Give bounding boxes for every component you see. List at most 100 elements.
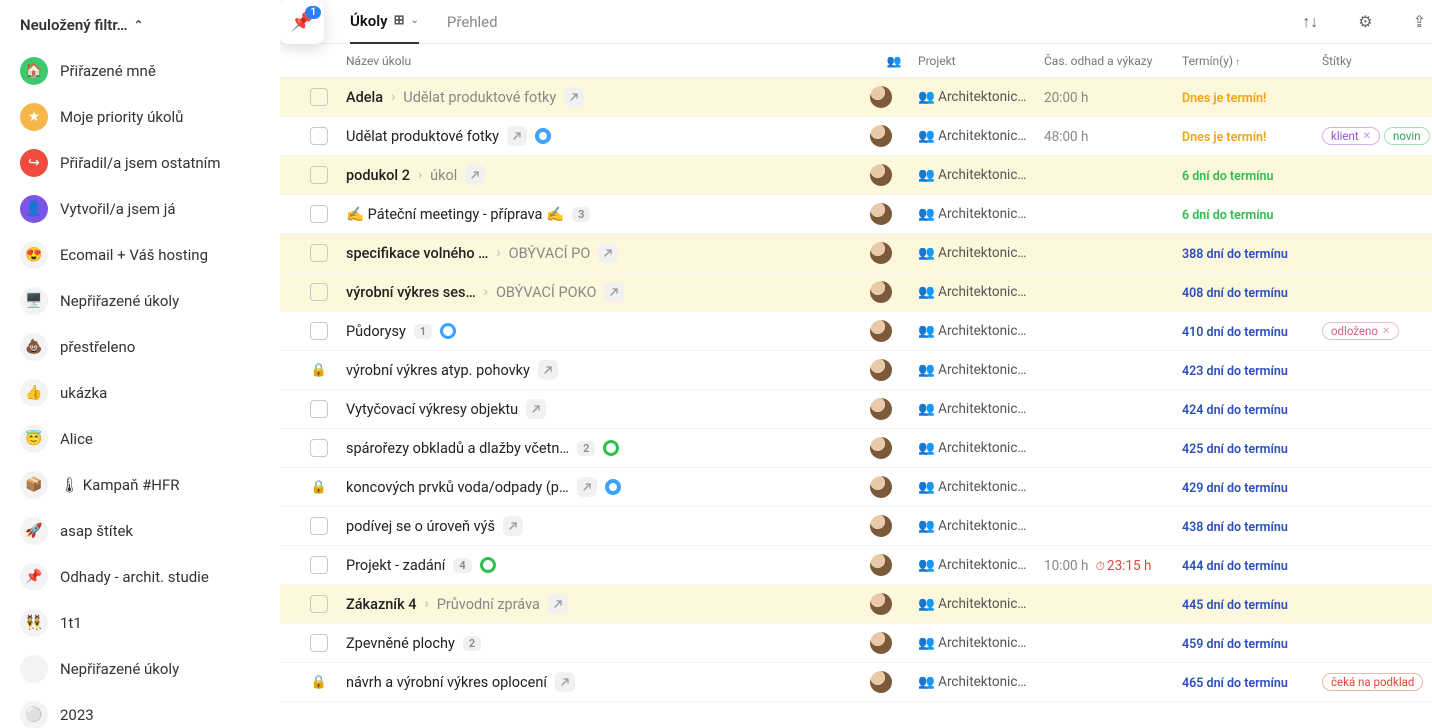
project-cell[interactable]: 👥 Architektonic… bbox=[918, 206, 1044, 222]
open-icon[interactable] bbox=[577, 477, 597, 497]
tab-overview[interactable]: Přehled bbox=[447, 0, 498, 44]
assignee-avatar[interactable] bbox=[870, 242, 892, 264]
project-cell[interactable]: 👥 Architektonic… bbox=[918, 635, 1044, 651]
sidebar-item-13[interactable]: ◌Nepřiřazené úkoly bbox=[12, 646, 272, 692]
table-row[interactable]: Půdorysy1👥 Architektonic…410 dní do term… bbox=[280, 312, 1432, 351]
sidebar-item-11[interactable]: 📌Odhady - archit. studie bbox=[12, 554, 272, 600]
sidebar-item-8[interactable]: 😇Alice bbox=[12, 416, 272, 462]
row-checkbox[interactable] bbox=[310, 166, 328, 184]
table-row[interactable]: podívej se o úroveň výš👥 Architektonic…4… bbox=[280, 507, 1432, 546]
row-checkbox[interactable] bbox=[310, 634, 328, 652]
table-row[interactable]: 🔒návrh a výrobní výkres oplocení👥 Archit… bbox=[280, 663, 1432, 702]
project-cell[interactable]: 👥 Architektonic… bbox=[918, 596, 1044, 612]
assignee-avatar[interactable] bbox=[870, 125, 892, 147]
sidebar-item-14[interactable]: ⚪2023 bbox=[12, 692, 272, 728]
open-icon[interactable] bbox=[604, 282, 624, 302]
project-cell[interactable]: 👥 Architektonic… bbox=[918, 323, 1044, 339]
open-icon[interactable] bbox=[507, 126, 527, 146]
gear-icon[interactable]: ⚙ bbox=[1352, 12, 1378, 31]
open-icon[interactable] bbox=[564, 87, 584, 107]
table-row[interactable]: Zákazník 4›Průvodní zpráva👥 Architektoni… bbox=[280, 585, 1432, 624]
project-cell[interactable]: 👥 Architektonic… bbox=[918, 284, 1044, 300]
row-checkbox[interactable] bbox=[310, 517, 328, 535]
row-checkbox[interactable] bbox=[310, 88, 328, 106]
project-cell[interactable]: 👥 Architektonic… bbox=[918, 479, 1044, 495]
col-name[interactable]: Název úkolu bbox=[346, 54, 870, 68]
tag-remove-icon[interactable]: ✕ bbox=[1363, 131, 1371, 142]
table-row[interactable]: ✍️ Páteční meetingy - příprava ✍️3👥 Arch… bbox=[280, 195, 1432, 234]
assignee-avatar[interactable] bbox=[870, 359, 892, 381]
table-row[interactable]: Zpevněné plochy2👥 Architektonic…459 dní … bbox=[280, 624, 1432, 663]
row-checkbox[interactable] bbox=[310, 439, 328, 457]
sidebar-item-0[interactable]: 🏠Přiřazené mně bbox=[12, 48, 272, 94]
tag[interactable]: klient✕ bbox=[1322, 127, 1380, 145]
sidebar-item-4[interactable]: 😍Ecomail + Váš hosting bbox=[12, 232, 272, 278]
sidebar-item-12[interactable]: 👯1t1 bbox=[12, 600, 272, 646]
open-icon[interactable] bbox=[548, 594, 568, 614]
sidebar-item-2[interactable]: ↪Přiřadil/a jsem ostatním bbox=[12, 140, 272, 186]
project-cell[interactable]: 👥 Architektonic… bbox=[918, 440, 1044, 456]
sidebar-item-7[interactable]: 👍ukázka bbox=[12, 370, 272, 416]
assignee-avatar[interactable] bbox=[870, 671, 892, 693]
tag-remove-icon[interactable]: ✕ bbox=[1382, 326, 1390, 337]
sidebar-item-6[interactable]: 💩přestřeleno bbox=[12, 324, 272, 370]
sort-icon[interactable]: ↑↓ bbox=[1296, 12, 1324, 32]
tag[interactable]: novin bbox=[1384, 127, 1430, 145]
assignee-avatar[interactable] bbox=[870, 515, 892, 537]
sidebar-item-3[interactable]: 👤Vytvořil/a jsem já bbox=[12, 186, 272, 232]
open-icon[interactable] bbox=[526, 399, 546, 419]
sidebar-item-5[interactable]: 🖥️Nepřiřazené úkoly bbox=[12, 278, 272, 324]
assignee-avatar[interactable] bbox=[870, 554, 892, 576]
col-assignee[interactable]: 👥 bbox=[870, 54, 918, 68]
open-icon[interactable] bbox=[538, 360, 558, 380]
table-row[interactable]: výrobní výkres ses…›OBÝVACÍ POKO👥 Archit… bbox=[280, 273, 1432, 312]
assignee-avatar[interactable] bbox=[870, 593, 892, 615]
project-cell[interactable]: 👥 Architektonic… bbox=[918, 245, 1044, 261]
assignee-avatar[interactable] bbox=[870, 86, 892, 108]
table-row[interactable]: 🔒koncových prvků voda/odpady (p…👥 Archit… bbox=[280, 468, 1432, 507]
row-checkbox[interactable] bbox=[310, 244, 328, 262]
table-row[interactable]: 🔒výrobní výkres atyp. pohovky👥 Architekt… bbox=[280, 351, 1432, 390]
row-checkbox[interactable] bbox=[310, 205, 328, 223]
col-tags[interactable]: Štítky bbox=[1322, 54, 1432, 68]
table-row[interactable]: Adela›Udělat produktové fotky👥 Architekt… bbox=[280, 78, 1432, 117]
pinned-filter-card[interactable]: 📌 1 bbox=[280, 0, 324, 44]
project-cell[interactable]: 👥 Architektonic… bbox=[918, 518, 1044, 534]
row-checkbox[interactable] bbox=[310, 127, 328, 145]
open-icon[interactable] bbox=[503, 516, 523, 536]
table-row[interactable]: spárořezy obkladů a dlažby včetn…2👥 Arch… bbox=[280, 429, 1432, 468]
col-time[interactable]: Čas. odhad a výkazy bbox=[1044, 54, 1182, 68]
open-icon[interactable] bbox=[598, 243, 618, 263]
col-project[interactable]: Projekt bbox=[918, 54, 1044, 68]
assignee-avatar[interactable] bbox=[870, 164, 892, 186]
row-checkbox[interactable] bbox=[310, 283, 328, 301]
open-icon[interactable] bbox=[465, 165, 485, 185]
table-row[interactable]: Vytyčovací výkresy objektu👥 Architektoni… bbox=[280, 390, 1432, 429]
share-icon[interactable]: ⇪ bbox=[1407, 12, 1432, 31]
assignee-avatar[interactable] bbox=[870, 203, 892, 225]
open-icon[interactable] bbox=[555, 672, 575, 692]
project-cell[interactable]: 👥 Architektonic… bbox=[918, 401, 1044, 417]
table-row[interactable]: Udělat produktové fotky👥 Architektonic…4… bbox=[280, 117, 1432, 156]
tag[interactable]: čeká na podklad bbox=[1322, 673, 1423, 691]
row-checkbox[interactable] bbox=[310, 595, 328, 613]
project-cell[interactable]: 👥 Architektonic… bbox=[918, 89, 1044, 105]
project-cell[interactable]: 👥 Architektonic… bbox=[918, 674, 1044, 690]
assignee-avatar[interactable] bbox=[870, 281, 892, 303]
table-row[interactable]: podukol 2›úkol👥 Architektonic…6 dní do t… bbox=[280, 156, 1432, 195]
assignee-avatar[interactable] bbox=[870, 632, 892, 654]
assignee-avatar[interactable] bbox=[870, 437, 892, 459]
row-checkbox[interactable] bbox=[310, 400, 328, 418]
assignee-avatar[interactable] bbox=[870, 398, 892, 420]
tag[interactable]: odloženo✕ bbox=[1322, 322, 1399, 340]
tab-tasks[interactable]: Úkoly ⊞ ⌄ bbox=[350, 0, 419, 44]
sidebar-item-1[interactable]: ★Moje priority úkolů bbox=[12, 94, 272, 140]
assignee-avatar[interactable] bbox=[870, 320, 892, 342]
table-row[interactable]: specifikace volného …›OBÝVACÍ PO👥 Archit… bbox=[280, 234, 1432, 273]
col-term[interactable]: Termín(y)↑ bbox=[1182, 54, 1322, 68]
table-row[interactable]: Projekt - zadání4👥 Architektonic…10:00 h… bbox=[280, 546, 1432, 585]
sidebar-item-9[interactable]: 📦🌡 Kampaň #HFR bbox=[12, 462, 272, 508]
assignee-avatar[interactable] bbox=[870, 476, 892, 498]
project-cell[interactable]: 👥 Architektonic… bbox=[918, 167, 1044, 183]
sidebar-item-10[interactable]: 🚀asap štítek bbox=[12, 508, 272, 554]
